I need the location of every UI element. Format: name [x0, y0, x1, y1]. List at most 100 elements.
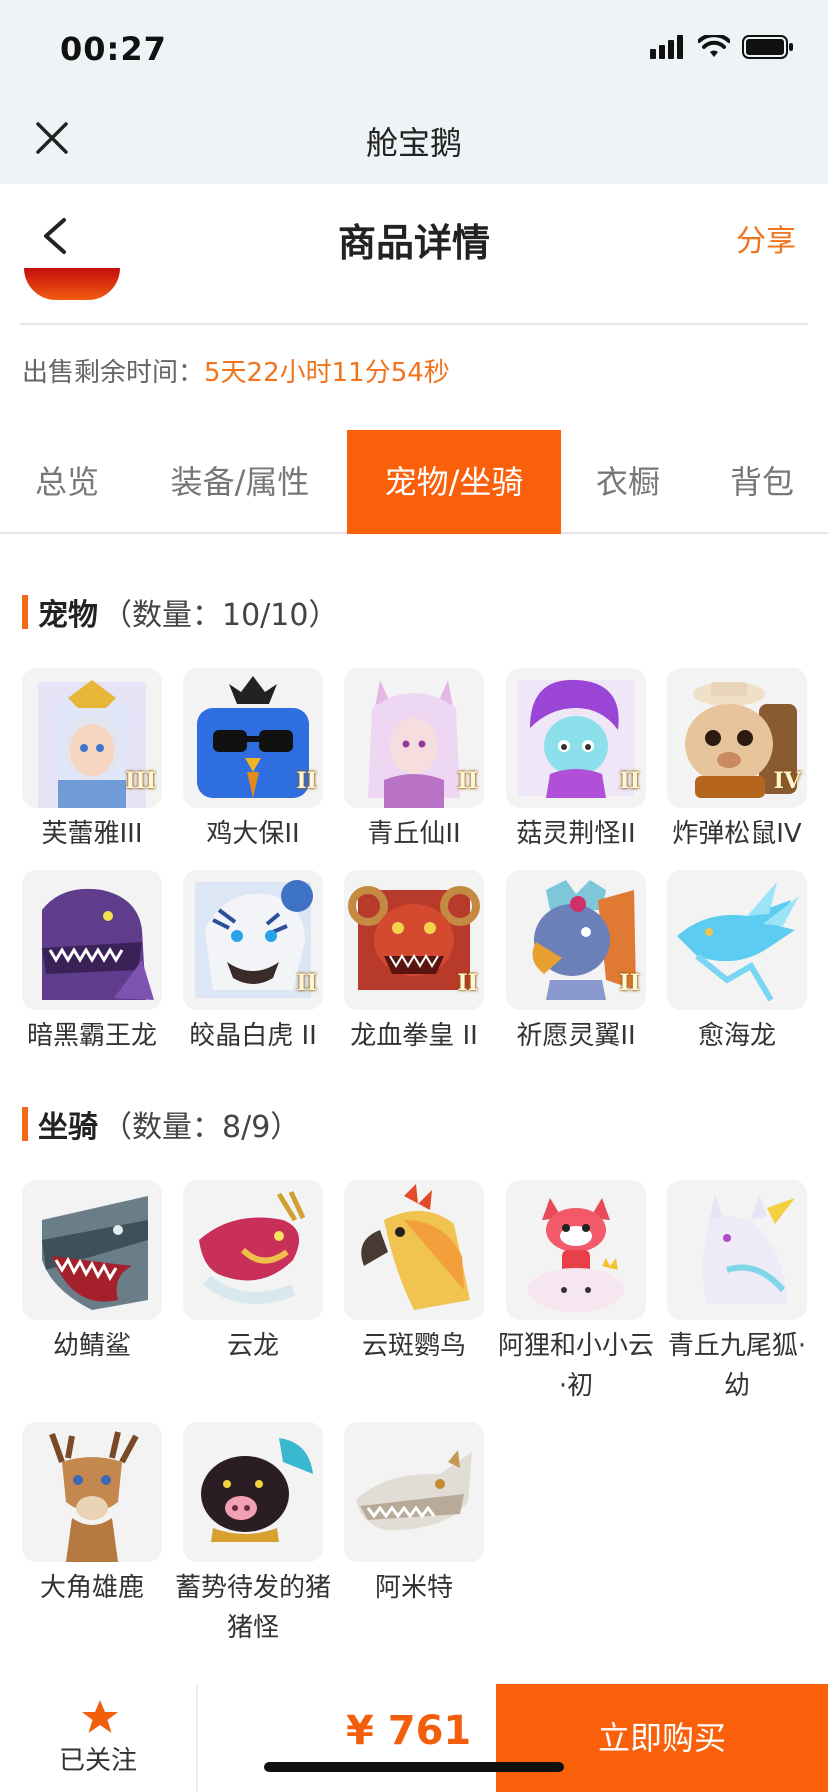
tier-badge: II — [296, 970, 317, 996]
pet-name: 愈海龙 — [697, 1021, 776, 1051]
mount-item[interactable]: 阿米特 — [344, 1422, 484, 1608]
mount-thumbnail — [22, 1180, 162, 1320]
share-button[interactable]: 分享 — [736, 216, 796, 260]
sale-label: 出售剩余时间： — [22, 358, 205, 388]
avatar — [24, 268, 120, 300]
tab-backpack[interactable]: 背包 — [710, 430, 814, 534]
status-time: 00:27 — [60, 30, 167, 68]
mount-item[interactable]: 云龙 — [183, 1180, 323, 1366]
sale-countdown: 5天22小时11分54秒 — [204, 358, 450, 388]
pet-item[interactable]: 愈海龙 — [667, 870, 807, 1056]
pet-name: 暗黑霸王龙 — [26, 1021, 157, 1051]
pets-section-title: 宠物 （数量：10/10） — [22, 592, 339, 633]
buy-now-button[interactable]: 立即购买 — [496, 1684, 828, 1792]
pet-item[interactable]: III 芙蕾雅III — [22, 668, 162, 854]
mount-thumbnail — [183, 1180, 323, 1320]
tier-badge: II — [619, 970, 640, 996]
mount-item[interactable]: 青丘九尾狐·幼 — [667, 1180, 807, 1406]
mount-figure-icon — [528, 1198, 624, 1312]
pet-name: 青丘仙II — [367, 819, 461, 849]
wifi-icon — [698, 35, 730, 57]
mount-thumbnail — [344, 1422, 484, 1562]
pet-item[interactable]: II 皎晶白虎 II — [183, 870, 323, 1056]
pet-thumbnail: II — [506, 870, 646, 1010]
section-accent-bar — [22, 595, 28, 629]
tab-wardrobe[interactable]: 衣橱 — [576, 430, 680, 534]
pet-name: 鸡大保II — [206, 819, 300, 849]
tab-pets-mounts[interactable]: 宠物/坐骑 — [347, 430, 561, 534]
pet-item[interactable]: II 鸡大保II — [183, 668, 323, 854]
tier-badge: II — [296, 768, 317, 794]
follow-label: 已关注 — [58, 1746, 137, 1776]
pet-name: 皎晶白虎 II — [189, 1021, 317, 1051]
pet-item[interactable]: II 青丘仙II — [344, 668, 484, 854]
mount-name: 阿狸和小小云·初 — [497, 1331, 654, 1401]
pet-item[interactable]: II 龙血拳皇 II — [344, 870, 484, 1056]
section-count: （数量：8/9） — [102, 1110, 301, 1145]
section-accent-bar — [22, 1107, 28, 1141]
section-name: 坐骑 — [38, 1110, 98, 1145]
section-count: （数量：10/10） — [102, 598, 339, 633]
mount-name: 阿米特 — [374, 1573, 453, 1603]
tier-badge: II — [619, 768, 640, 794]
mount-figure-icon — [199, 1190, 306, 1304]
mount-name: 云斑鹦鸟 — [361, 1331, 466, 1361]
status-icons — [650, 34, 794, 60]
mount-figure-icon — [356, 1450, 472, 1531]
mount-name: 青丘九尾狐·幼 — [667, 1331, 807, 1401]
mount-item[interactable]: 蓄势待发的猪猪怪 — [175, 1422, 331, 1648]
cellular-signal-icon — [650, 35, 683, 59]
mount-thumbnail — [667, 1180, 807, 1320]
pet-thumbnail: II — [183, 668, 323, 808]
mount-figure-icon — [42, 1196, 148, 1310]
battery-icon — [742, 35, 793, 59]
mount-item[interactable]: 大角雄鹿 — [22, 1422, 162, 1608]
mount-figure-icon — [361, 1184, 470, 1310]
pet-item[interactable]: II 菇灵荆怪II — [506, 668, 646, 854]
mount-item[interactable]: 阿狸和小小云·初 — [498, 1180, 654, 1406]
pet-thumbnail: II — [183, 870, 323, 1010]
mounts-section-title: 坐骑 （数量：8/9） — [22, 1104, 301, 1145]
tier-badge: III — [125, 768, 156, 794]
pet-name: 炸弹松鼠IV — [672, 819, 802, 849]
section-name: 宠物 — [38, 598, 98, 633]
mount-thumbnail — [183, 1422, 323, 1562]
mount-item[interactable]: 云斑鹦鸟 — [344, 1180, 484, 1366]
follow-button[interactable]: 已关注 — [0, 1684, 198, 1792]
tier-badge: II — [457, 768, 478, 794]
mount-figure-icon — [201, 1438, 313, 1542]
detail-tabs: 总览 装备/属性 宠物/坐骑 衣橱 背包 — [0, 430, 828, 534]
pet-thumbnail: II — [344, 870, 484, 1010]
pet-item[interactable]: 暗黑霸王龙 — [22, 870, 162, 1056]
mount-figure-icon — [702, 1194, 795, 1304]
mount-name: 幼鲭鲨 — [52, 1331, 131, 1361]
page-title: 商品详情 — [337, 221, 490, 265]
seller-row-peek — [0, 268, 828, 325]
pet-thumbnail: II — [344, 668, 484, 808]
tab-equipment[interactable]: 装备/属性 — [148, 430, 332, 534]
sale-remaining-time: 出售剩余时间：5天22小时11分54秒 — [22, 352, 450, 389]
pet-item[interactable]: II 祈愿灵翼II — [506, 870, 646, 1056]
mount-name: 大角雄鹿 — [39, 1573, 144, 1603]
pet-item[interactable]: IV 炸弹松鼠IV — [667, 668, 807, 854]
pet-figure-icon — [677, 882, 799, 1002]
pet-name: 芙蕾雅III — [41, 819, 143, 849]
app-title: 舱宝鹅 — [365, 124, 462, 162]
app-bar: 舱宝鹅 — [0, 92, 828, 184]
pet-thumbnail: III — [22, 668, 162, 808]
mount-thumbnail — [344, 1180, 484, 1320]
pet-thumbnail: II — [506, 668, 646, 808]
pet-name: 祈愿灵翼II — [516, 1021, 636, 1051]
star-icon — [82, 1700, 118, 1733]
tab-overview[interactable]: 总览 — [0, 430, 134, 534]
mount-thumbnail — [506, 1180, 646, 1320]
pet-thumbnail: IV — [667, 668, 807, 808]
pet-thumbnail — [667, 870, 807, 1010]
mount-name: 云龙 — [226, 1331, 279, 1361]
mount-item[interactable]: 幼鲭鲨 — [22, 1180, 162, 1366]
status-bar: 00:27 — [0, 0, 828, 92]
mount-name: 蓄势待发的猪猪怪 — [174, 1573, 331, 1643]
pet-thumbnail — [22, 870, 162, 1010]
bottom-action-bar: 已关注 ¥ 761 立即购买 — [0, 1684, 828, 1792]
price: ¥ 761 — [346, 1708, 472, 1754]
